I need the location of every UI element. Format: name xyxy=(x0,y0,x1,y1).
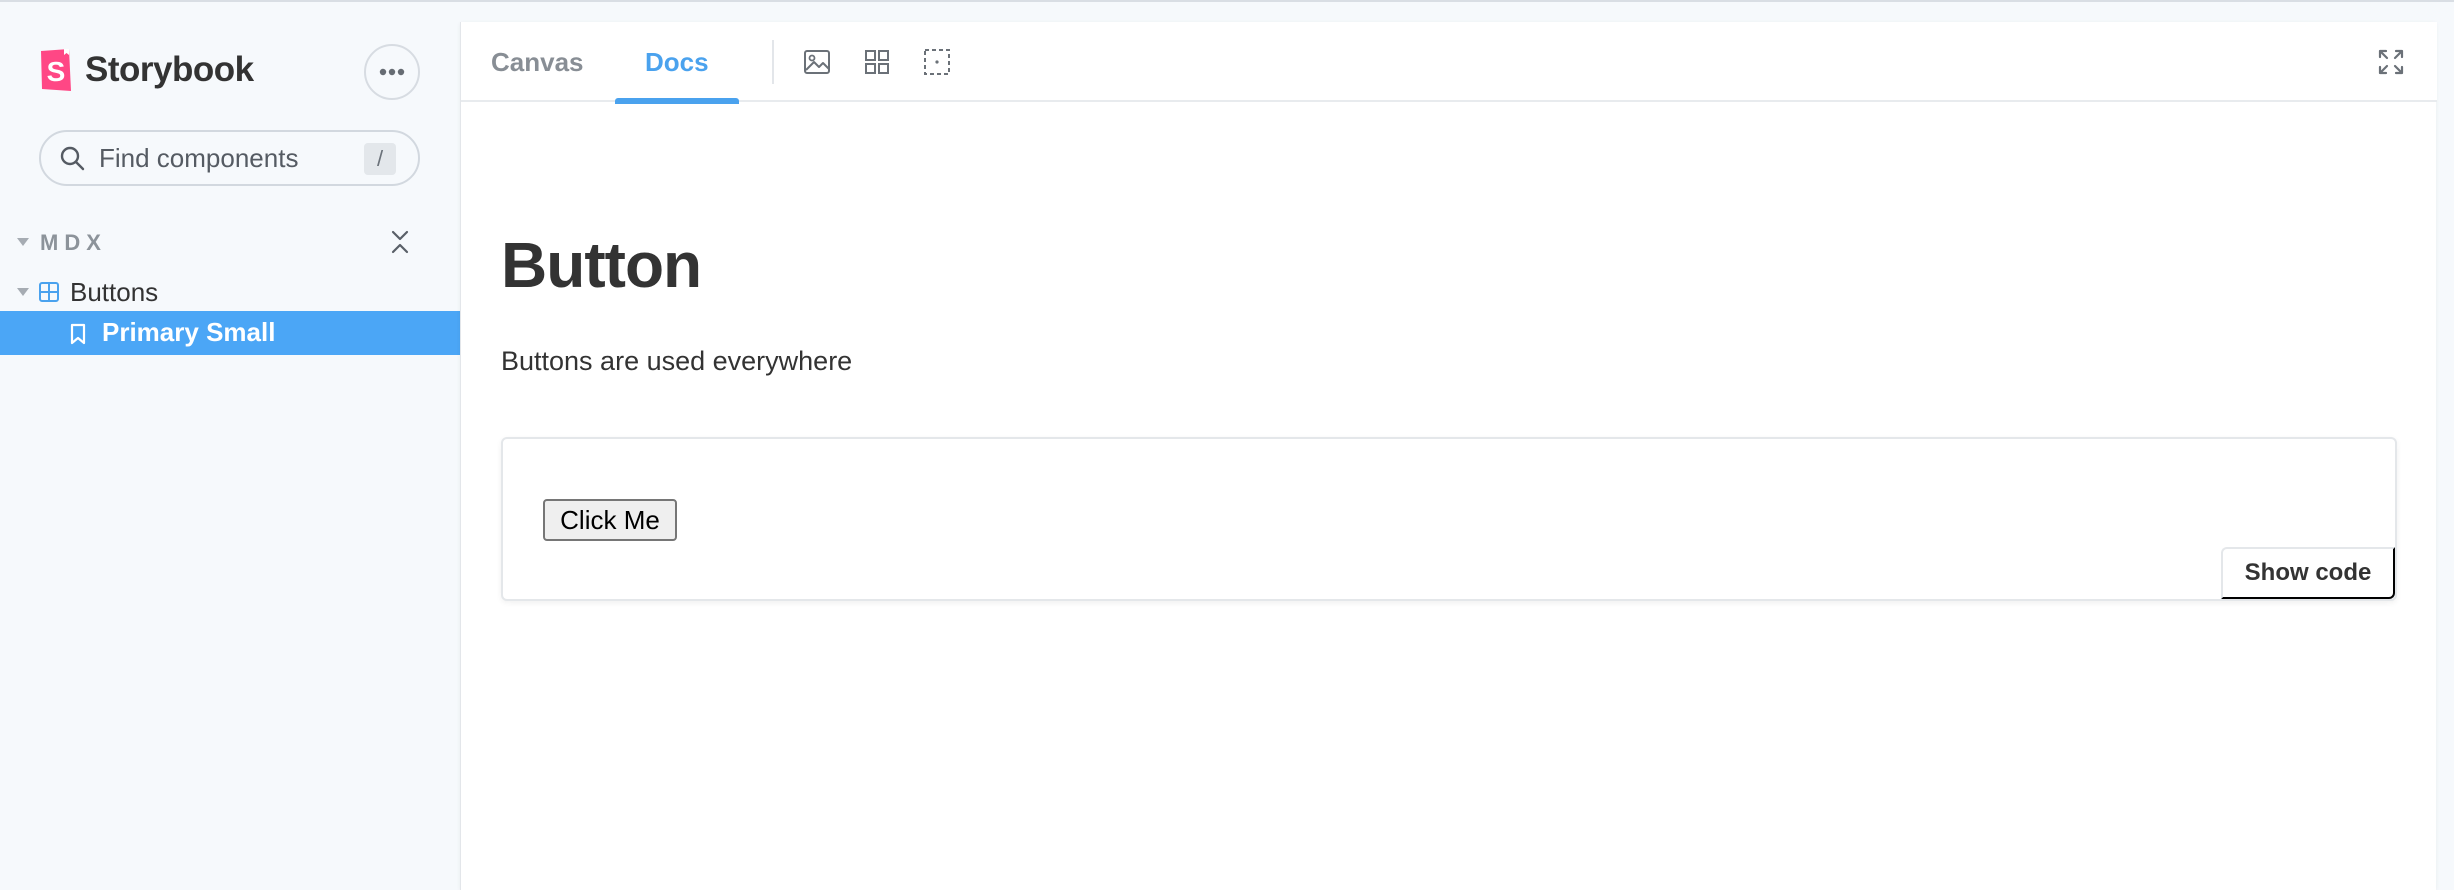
component-icon xyxy=(39,282,59,302)
page-title: Button xyxy=(501,229,702,301)
sidebar-item-primary-small[interactable]: Primary Small xyxy=(0,311,460,355)
sidebar-group-mdx[interactable]: MDX xyxy=(0,224,460,264)
ellipsis-icon xyxy=(379,68,405,76)
click-me-button[interactable]: Click Me xyxy=(543,499,677,541)
image-icon[interactable] xyxy=(803,48,831,76)
fullscreen-icon[interactable] xyxy=(2377,48,2405,76)
collapse-all-icon[interactable] xyxy=(388,228,412,256)
app-name: Storybook xyxy=(85,50,254,89)
show-code-button[interactable]: Show code xyxy=(2221,547,2395,599)
brand[interactable]: S Storybook xyxy=(39,46,254,94)
page-description: Buttons are used everywhere xyxy=(501,346,853,376)
caret-down-icon xyxy=(17,238,29,246)
main-panel: Canvas Docs Button Buttons are used ever… xyxy=(460,22,2437,890)
menu-button[interactable] xyxy=(364,44,420,100)
search-box[interactable]: / xyxy=(39,130,420,186)
caret-down-icon xyxy=(17,288,29,296)
grid-icon[interactable] xyxy=(863,48,891,76)
sidebar-item-label: Primary Small xyxy=(102,317,276,347)
svg-text:S: S xyxy=(47,56,66,87)
search-icon xyxy=(60,146,85,171)
storybook-logo-icon: S xyxy=(41,49,71,91)
tab-canvas[interactable]: Canvas xyxy=(491,22,584,102)
search-input[interactable] xyxy=(99,142,349,174)
sidebar-item-buttons[interactable]: Buttons xyxy=(0,270,460,314)
tab-docs[interactable]: Docs xyxy=(615,22,739,104)
toolbar: Canvas Docs xyxy=(461,22,2437,104)
toolbar-divider xyxy=(772,40,774,84)
sidebar-item-label: Buttons xyxy=(70,277,159,307)
story-preview: Click Me Show code xyxy=(501,437,2397,601)
sidebar-group-label: MDX xyxy=(40,230,107,255)
outline-icon[interactable] xyxy=(923,48,951,76)
sidebar: S Storybook / MDX xyxy=(0,2,460,890)
search-shortcut-key: / xyxy=(364,143,396,175)
bookmark-icon xyxy=(70,323,86,345)
